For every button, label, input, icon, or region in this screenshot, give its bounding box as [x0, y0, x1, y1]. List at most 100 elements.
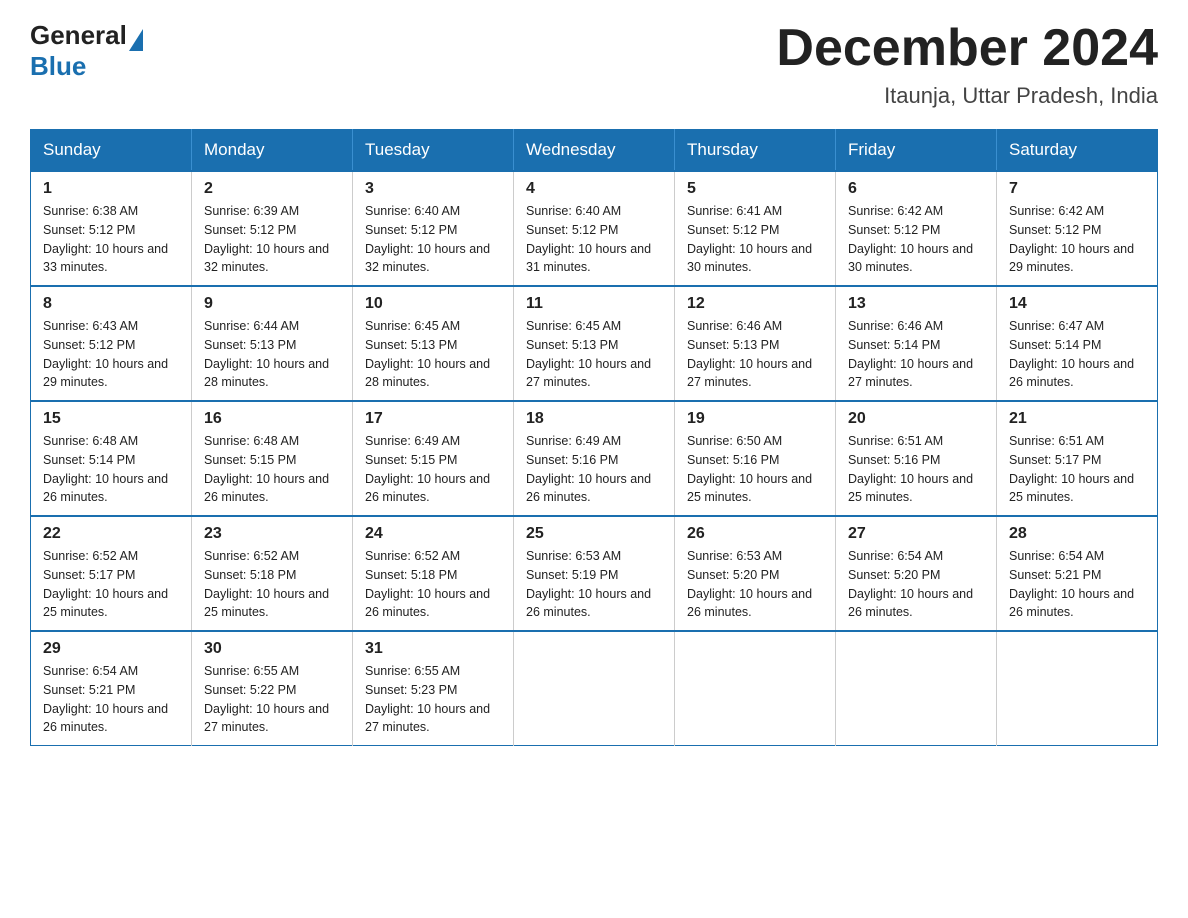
calendar-cell [997, 631, 1158, 746]
day-info: Sunrise: 6:48 AM Sunset: 5:14 PM Dayligh… [43, 432, 179, 507]
calendar-cell: 28 Sunrise: 6:54 AM Sunset: 5:21 PM Dayl… [997, 516, 1158, 631]
calendar-cell: 8 Sunrise: 6:43 AM Sunset: 5:12 PM Dayli… [31, 286, 192, 401]
day-info: Sunrise: 6:46 AM Sunset: 5:14 PM Dayligh… [848, 317, 984, 392]
weekday-header-row: SundayMondayTuesdayWednesdayThursdayFrid… [31, 130, 1158, 172]
day-number: 8 [43, 295, 179, 313]
weekday-header-thursday: Thursday [675, 130, 836, 172]
calendar-cell: 13 Sunrise: 6:46 AM Sunset: 5:14 PM Dayl… [836, 286, 997, 401]
day-info: Sunrise: 6:40 AM Sunset: 5:12 PM Dayligh… [526, 202, 662, 277]
calendar-cell: 17 Sunrise: 6:49 AM Sunset: 5:15 PM Dayl… [353, 401, 514, 516]
day-number: 2 [204, 180, 340, 198]
day-info: Sunrise: 6:40 AM Sunset: 5:12 PM Dayligh… [365, 202, 501, 277]
calendar-cell: 9 Sunrise: 6:44 AM Sunset: 5:13 PM Dayli… [192, 286, 353, 401]
weekday-header-tuesday: Tuesday [353, 130, 514, 172]
day-number: 21 [1009, 410, 1145, 428]
calendar-cell: 27 Sunrise: 6:54 AM Sunset: 5:20 PM Dayl… [836, 516, 997, 631]
calendar-cell: 15 Sunrise: 6:48 AM Sunset: 5:14 PM Dayl… [31, 401, 192, 516]
calendar-cell: 5 Sunrise: 6:41 AM Sunset: 5:12 PM Dayli… [675, 171, 836, 286]
day-number: 1 [43, 180, 179, 198]
day-number: 22 [43, 525, 179, 543]
day-number: 15 [43, 410, 179, 428]
calendar-cell: 2 Sunrise: 6:39 AM Sunset: 5:12 PM Dayli… [192, 171, 353, 286]
calendar-cell: 14 Sunrise: 6:47 AM Sunset: 5:14 PM Dayl… [997, 286, 1158, 401]
logo: General Blue [30, 20, 143, 82]
calendar-cell: 30 Sunrise: 6:55 AM Sunset: 5:22 PM Dayl… [192, 631, 353, 746]
title-area: December 2024 Itaunja, Uttar Pradesh, In… [776, 20, 1158, 109]
day-number: 29 [43, 640, 179, 658]
logo-text-blue: Blue [30, 51, 86, 82]
day-info: Sunrise: 6:52 AM Sunset: 5:18 PM Dayligh… [204, 547, 340, 622]
day-number: 26 [687, 525, 823, 543]
calendar-week-row: 29 Sunrise: 6:54 AM Sunset: 5:21 PM Dayl… [31, 631, 1158, 746]
day-info: Sunrise: 6:44 AM Sunset: 5:13 PM Dayligh… [204, 317, 340, 392]
day-info: Sunrise: 6:55 AM Sunset: 5:23 PM Dayligh… [365, 662, 501, 737]
calendar-cell: 18 Sunrise: 6:49 AM Sunset: 5:16 PM Dayl… [514, 401, 675, 516]
day-number: 18 [526, 410, 662, 428]
calendar-cell: 25 Sunrise: 6:53 AM Sunset: 5:19 PM Dayl… [514, 516, 675, 631]
day-info: Sunrise: 6:54 AM Sunset: 5:21 PM Dayligh… [43, 662, 179, 737]
day-info: Sunrise: 6:53 AM Sunset: 5:20 PM Dayligh… [687, 547, 823, 622]
calendar-cell: 7 Sunrise: 6:42 AM Sunset: 5:12 PM Dayli… [997, 171, 1158, 286]
calendar-week-row: 15 Sunrise: 6:48 AM Sunset: 5:14 PM Dayl… [31, 401, 1158, 516]
calendar-cell: 16 Sunrise: 6:48 AM Sunset: 5:15 PM Dayl… [192, 401, 353, 516]
day-info: Sunrise: 6:54 AM Sunset: 5:20 PM Dayligh… [848, 547, 984, 622]
day-number: 4 [526, 180, 662, 198]
calendar-cell: 20 Sunrise: 6:51 AM Sunset: 5:16 PM Dayl… [836, 401, 997, 516]
day-info: Sunrise: 6:49 AM Sunset: 5:15 PM Dayligh… [365, 432, 501, 507]
day-info: Sunrise: 6:45 AM Sunset: 5:13 PM Dayligh… [526, 317, 662, 392]
day-number: 6 [848, 180, 984, 198]
calendar-cell: 11 Sunrise: 6:45 AM Sunset: 5:13 PM Dayl… [514, 286, 675, 401]
calendar-cell: 26 Sunrise: 6:53 AM Sunset: 5:20 PM Dayl… [675, 516, 836, 631]
day-info: Sunrise: 6:47 AM Sunset: 5:14 PM Dayligh… [1009, 317, 1145, 392]
weekday-header-wednesday: Wednesday [514, 130, 675, 172]
calendar-cell: 4 Sunrise: 6:40 AM Sunset: 5:12 PM Dayli… [514, 171, 675, 286]
day-number: 27 [848, 525, 984, 543]
calendar-cell: 3 Sunrise: 6:40 AM Sunset: 5:12 PM Dayli… [353, 171, 514, 286]
day-info: Sunrise: 6:49 AM Sunset: 5:16 PM Dayligh… [526, 432, 662, 507]
page-header: General Blue December 2024 Itaunja, Utta… [30, 20, 1158, 109]
day-info: Sunrise: 6:54 AM Sunset: 5:21 PM Dayligh… [1009, 547, 1145, 622]
day-number: 12 [687, 295, 823, 313]
calendar-cell [514, 631, 675, 746]
weekday-header-monday: Monday [192, 130, 353, 172]
day-number: 17 [365, 410, 501, 428]
day-info: Sunrise: 6:42 AM Sunset: 5:12 PM Dayligh… [1009, 202, 1145, 277]
day-number: 9 [204, 295, 340, 313]
day-number: 14 [1009, 295, 1145, 313]
day-info: Sunrise: 6:53 AM Sunset: 5:19 PM Dayligh… [526, 547, 662, 622]
calendar-subtitle: Itaunja, Uttar Pradesh, India [776, 83, 1158, 109]
day-info: Sunrise: 6:55 AM Sunset: 5:22 PM Dayligh… [204, 662, 340, 737]
day-number: 19 [687, 410, 823, 428]
calendar-title: December 2024 [776, 20, 1158, 77]
day-info: Sunrise: 6:52 AM Sunset: 5:18 PM Dayligh… [365, 547, 501, 622]
calendar-cell: 23 Sunrise: 6:52 AM Sunset: 5:18 PM Dayl… [192, 516, 353, 631]
calendar-cell: 21 Sunrise: 6:51 AM Sunset: 5:17 PM Dayl… [997, 401, 1158, 516]
day-info: Sunrise: 6:38 AM Sunset: 5:12 PM Dayligh… [43, 202, 179, 277]
calendar-cell [675, 631, 836, 746]
day-number: 13 [848, 295, 984, 313]
calendar-cell: 19 Sunrise: 6:50 AM Sunset: 5:16 PM Dayl… [675, 401, 836, 516]
day-number: 28 [1009, 525, 1145, 543]
calendar-week-row: 22 Sunrise: 6:52 AM Sunset: 5:17 PM Dayl… [31, 516, 1158, 631]
day-info: Sunrise: 6:52 AM Sunset: 5:17 PM Dayligh… [43, 547, 179, 622]
calendar-cell: 10 Sunrise: 6:45 AM Sunset: 5:13 PM Dayl… [353, 286, 514, 401]
day-number: 16 [204, 410, 340, 428]
day-info: Sunrise: 6:51 AM Sunset: 5:17 PM Dayligh… [1009, 432, 1145, 507]
day-number: 3 [365, 180, 501, 198]
calendar-week-row: 8 Sunrise: 6:43 AM Sunset: 5:12 PM Dayli… [31, 286, 1158, 401]
day-number: 24 [365, 525, 501, 543]
day-number: 10 [365, 295, 501, 313]
logo-text-general: General [30, 20, 127, 51]
day-info: Sunrise: 6:46 AM Sunset: 5:13 PM Dayligh… [687, 317, 823, 392]
day-number: 11 [526, 295, 662, 313]
day-number: 23 [204, 525, 340, 543]
day-number: 20 [848, 410, 984, 428]
logo-triangle-icon [129, 29, 143, 51]
day-info: Sunrise: 6:50 AM Sunset: 5:16 PM Dayligh… [687, 432, 823, 507]
calendar-cell: 1 Sunrise: 6:38 AM Sunset: 5:12 PM Dayli… [31, 171, 192, 286]
day-number: 7 [1009, 180, 1145, 198]
day-info: Sunrise: 6:45 AM Sunset: 5:13 PM Dayligh… [365, 317, 501, 392]
day-info: Sunrise: 6:48 AM Sunset: 5:15 PM Dayligh… [204, 432, 340, 507]
calendar-cell: 31 Sunrise: 6:55 AM Sunset: 5:23 PM Dayl… [353, 631, 514, 746]
weekday-header-sunday: Sunday [31, 130, 192, 172]
